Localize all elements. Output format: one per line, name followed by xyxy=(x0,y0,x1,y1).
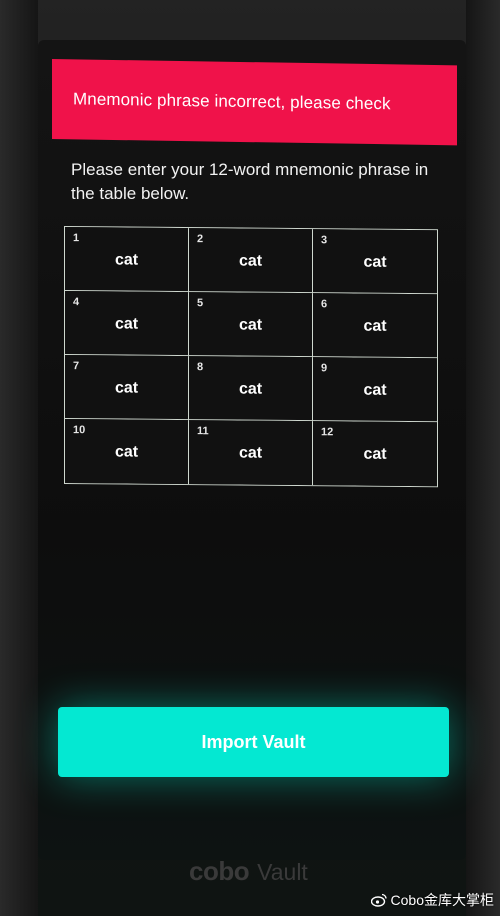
mnemonic-cell[interactable]: 3 cat xyxy=(313,229,437,295)
mnemonic-table: 1 cat 2 cat 3 cat 4 cat 5 cat 6 cat 7 ca… xyxy=(64,226,438,488)
cell-word: cat xyxy=(114,443,139,461)
cell-number: 10 xyxy=(73,424,86,437)
cell-word: cat xyxy=(114,379,139,397)
mnemonic-cell[interactable]: 4 cat xyxy=(65,291,189,357)
logo-vault-text: Vault xyxy=(257,859,308,885)
cell-number: 12 xyxy=(321,426,334,439)
mnemonic-cell[interactable]: 8 cat xyxy=(189,356,313,422)
cell-number: 1 xyxy=(73,232,80,245)
error-banner: Mnemonic phrase incorrect, please check xyxy=(52,59,457,146)
mnemonic-cell[interactable]: 1 cat xyxy=(65,227,189,293)
cell-word: cat xyxy=(238,316,263,334)
import-vault-button[interactable]: Import Vault xyxy=(58,707,449,777)
cell-word: cat xyxy=(238,444,263,462)
error-message: Mnemonic phrase incorrect, please check xyxy=(73,89,391,114)
cell-number: 8 xyxy=(197,361,204,374)
cell-number: 5 xyxy=(197,297,204,310)
cell-number: 6 xyxy=(321,298,328,311)
cell-number: 3 xyxy=(321,234,328,247)
mnemonic-cell[interactable]: 7 cat xyxy=(65,355,189,421)
watermark: Cobo金库大掌柜 xyxy=(370,890,494,910)
mnemonic-cell[interactable]: 11 cat xyxy=(189,420,313,486)
cell-word: cat xyxy=(363,253,387,271)
cell-word: cat xyxy=(238,252,263,270)
mnemonic-cell[interactable]: 12 cat xyxy=(313,421,437,487)
cell-word: cat xyxy=(363,445,387,463)
mnemonic-cell[interactable]: 2 cat xyxy=(189,228,313,294)
device-bezel-left xyxy=(0,0,38,916)
cell-word: cat xyxy=(114,251,139,269)
watermark-text: Cobo金库大掌柜 xyxy=(390,892,494,908)
mnemonic-cell[interactable]: 10 cat xyxy=(65,419,189,485)
device-bezel-right xyxy=(466,0,500,916)
mnemonic-cell[interactable]: 5 cat xyxy=(189,292,313,358)
cell-number: 4 xyxy=(73,296,80,309)
cell-word: cat xyxy=(238,380,263,398)
cell-word: cat xyxy=(363,317,387,335)
cell-word: cat xyxy=(363,381,387,399)
cell-number: 11 xyxy=(197,425,209,438)
cell-number: 2 xyxy=(197,233,204,246)
logo-cobo-text: cobo xyxy=(189,856,250,886)
instructions-text: Please enter your 12-word mnemonic phras… xyxy=(71,160,429,203)
cell-word: cat xyxy=(114,315,139,333)
cell-number: 9 xyxy=(321,362,328,375)
weibo-icon xyxy=(370,893,387,907)
mnemonic-cell[interactable]: 6 cat xyxy=(313,293,437,359)
mnemonic-cell[interactable]: 9 cat xyxy=(313,357,437,423)
cobo-vault-logo: cobo Vault xyxy=(189,856,308,887)
cell-number: 7 xyxy=(73,360,80,373)
